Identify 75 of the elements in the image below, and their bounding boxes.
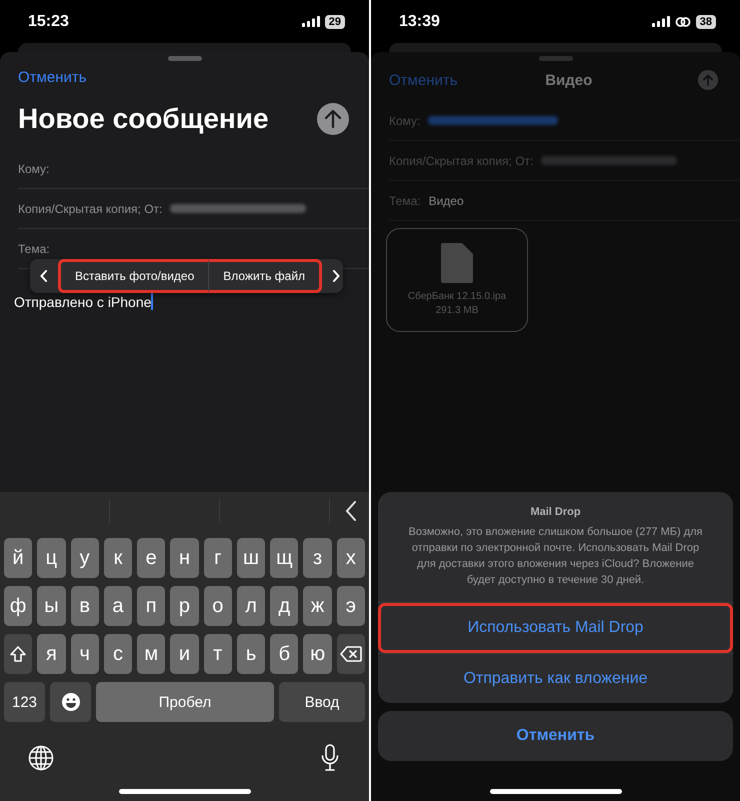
keyboard-key[interactable]: д	[270, 586, 298, 626]
compose-title: Новое сообщение	[18, 103, 269, 135]
field-label: Копия/Скрытая копия; От:	[389, 154, 534, 168]
smiley-icon	[60, 692, 80, 712]
keyboard-key[interactable]: щ	[270, 538, 298, 578]
keyboard-key[interactable]: л	[236, 586, 266, 626]
compose-title: Видео	[545, 72, 592, 88]
keyboard-key[interactable]: ш	[236, 538, 266, 578]
menu-item[interactable]: Вложить файл	[208, 259, 322, 293]
keyboard-key[interactable]: б	[270, 634, 298, 674]
field-label: Тема:	[18, 242, 50, 256]
battery-level: 38	[696, 14, 716, 28]
keyboard-key[interactable]: ж	[303, 586, 332, 626]
keyboard-key[interactable]: з	[303, 538, 332, 578]
emoji-key[interactable]	[50, 682, 91, 722]
keyboard-key[interactable]: ю	[303, 634, 332, 674]
backspace-key[interactable]	[336, 634, 365, 674]
keyboard-key[interactable]: с	[104, 634, 132, 674]
keyboard-key[interactable]: г	[204, 538, 232, 578]
keyboard-key[interactable]: ф	[4, 586, 32, 626]
chevron-right-icon[interactable]	[332, 270, 340, 282]
globe-icon[interactable]	[28, 745, 54, 771]
field-label: Копия/Скрытая копия; От:	[18, 202, 162, 216]
keyboard-key[interactable]: й	[4, 538, 32, 578]
alert-title: Mail Drop	[530, 506, 581, 518]
arrow-up-icon	[702, 74, 713, 86]
keyboard-key[interactable]: ь	[236, 634, 266, 674]
keyboard-key[interactable]: о	[204, 586, 232, 626]
attachment-size: 291.3 MB	[436, 305, 478, 316]
cancel-link[interactable]: Отменить	[18, 69, 87, 86]
action-button[interactable]: Отправить как вложение	[378, 653, 733, 703]
keyboard-key[interactable]: в	[70, 586, 99, 626]
keyboard-key[interactable]: а	[104, 586, 132, 626]
menu-item[interactable]: Вставить фото/видео	[58, 259, 208, 293]
keyboard-key[interactable]: у	[70, 538, 99, 578]
field-value[interactable]: Видео	[428, 194, 464, 208]
keyboard-key[interactable]: ч	[70, 634, 99, 674]
battery-level: 29	[324, 14, 345, 28]
action-button[interactable]: Использовать Mail Drop	[378, 603, 733, 653]
keyboard-key[interactable]: н	[170, 538, 199, 578]
text-cursor	[151, 293, 154, 310]
arrow-up-icon	[324, 109, 342, 129]
shift-key[interactable]	[4, 634, 32, 674]
field-label: Кому:	[389, 114, 420, 128]
backspace-icon	[340, 646, 362, 662]
chevron-left-icon[interactable]	[345, 501, 357, 521]
message-body[interactable]: Отправлено с iPhone	[14, 294, 152, 310]
sheet-grabber[interactable]	[168, 56, 202, 61]
space-key[interactable]: Пробел	[96, 682, 274, 722]
keyboard-key[interactable]: м	[137, 634, 166, 674]
keyboard-key[interactable]: е	[137, 538, 166, 578]
keyboard-key[interactable]: к	[104, 538, 132, 578]
status-time: 13:39	[399, 12, 440, 30]
keyboard-key[interactable]: и	[170, 634, 199, 674]
status-time: 15:23	[28, 12, 69, 30]
keyboard-key[interactable]: х	[336, 538, 365, 578]
field-label: Кому:	[18, 162, 50, 176]
field-label: Тема:	[389, 194, 421, 208]
keyboard-key[interactable]: ц	[37, 538, 66, 578]
keyboard-key[interactable]: ы	[37, 586, 66, 626]
attachment-name: СберБанк 12.15.0.ipa	[408, 291, 506, 302]
signal-icon	[652, 16, 670, 27]
keyboard-key[interactable]: р	[170, 586, 199, 626]
keyboard-key[interactable]: т	[204, 634, 232, 674]
microphone-icon[interactable]	[321, 744, 339, 772]
cancel-button[interactable]: Отменить	[378, 711, 733, 761]
file-icon	[441, 243, 473, 283]
keyboard-key[interactable]: э	[336, 586, 365, 626]
keyboard-key[interactable]: я	[37, 634, 66, 674]
keyboard-key[interactable]: п	[137, 586, 166, 626]
numbers-key[interactable]: 123	[4, 682, 45, 722]
alert-message: Возможно, это вложение слишком большое (277 МБ) для отправки по электронной почте. Использовать Mail Drop для доставки этого вложения через iCloud? Вложение будет доступно в течение 30 дней.	[407, 525, 704, 588]
send-button[interactable]	[317, 103, 349, 135]
shift-icon	[9, 645, 28, 663]
return-key[interactable]: Ввод	[279, 682, 365, 722]
